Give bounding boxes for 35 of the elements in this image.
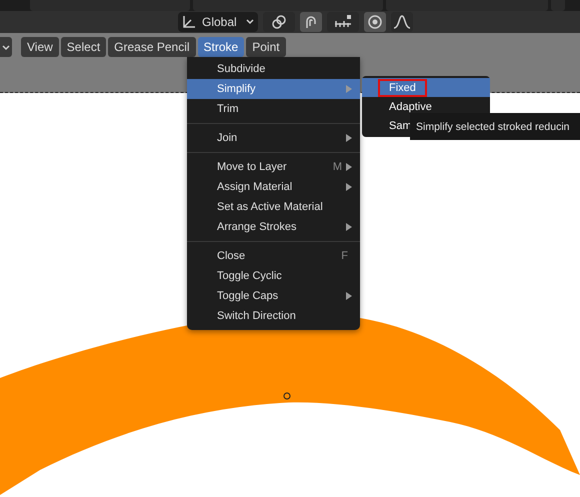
- menu-bar-item[interactable]: Stroke: [198, 36, 244, 57]
- menu-bar-item[interactable]: Grease Pencil: [108, 36, 196, 57]
- increment-snap-icon: [334, 14, 352, 29]
- collapse-menu-button[interactable]: [0, 36, 12, 57]
- menu-item[interactable]: Switch Direction: [187, 306, 360, 326]
- menu-item[interactable]: Close F: [187, 246, 360, 266]
- menu-item[interactable]: Join: [187, 128, 360, 148]
- menu-item[interactable]: Simplify: [187, 79, 360, 99]
- toolbar-button[interactable]: [300, 12, 322, 32]
- tooltip: Simplify selected stroked reducin: [410, 113, 580, 140]
- axes-icon: [182, 14, 196, 29]
- origin-marker-icon: [284, 392, 290, 400]
- orientation-dropdown[interactable]: Global: [178, 12, 258, 32]
- caret-icon: [246, 18, 254, 25]
- menu-item[interactable]: Toggle Caps: [187, 286, 360, 306]
- toolbar-button[interactable]: [364, 12, 386, 32]
- submenu-item[interactable]: Fixed: [362, 78, 490, 97]
- toolbar-button[interactable]: [391, 12, 413, 32]
- submenu-item[interactable]: Adaptive: [362, 97, 490, 116]
- menu-item[interactable]: Toggle Cyclic: [187, 266, 360, 286]
- link-icon: [271, 14, 287, 30]
- menu-item[interactable]: Subdivide: [187, 59, 360, 79]
- menu-item[interactable]: Move to Layer M: [187, 157, 360, 177]
- proportional-edit-icon: [368, 14, 382, 29]
- menu-item[interactable]: Assign Material: [187, 177, 360, 197]
- menu-bar-item[interactable]: Point: [246, 36, 286, 57]
- menu-item[interactable]: Set as Active Material: [187, 197, 360, 217]
- toolbar-button[interactable]: [263, 12, 295, 32]
- menu-bar-item[interactable]: Select: [60, 36, 106, 57]
- toolbar-button[interactable]: [327, 12, 359, 32]
- menu-bar-item[interactable]: View: [21, 36, 59, 57]
- menu-item[interactable]: Trim: [187, 99, 360, 119]
- falloff-curve-icon: [393, 14, 411, 29]
- menu-item[interactable]: Arrange Strokes: [187, 217, 360, 237]
- caret-icon: [2, 44, 10, 51]
